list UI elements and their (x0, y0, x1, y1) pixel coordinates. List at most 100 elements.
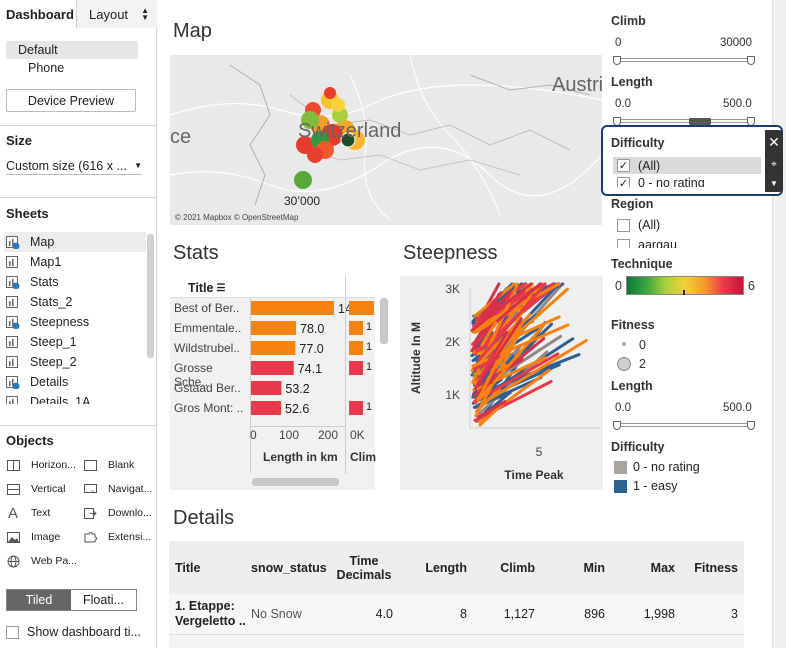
table-row[interactable]: 1. Etappe: Vergeletto .. No Snow 4.0 8 1… (169, 594, 744, 634)
show-title-checkbox-row[interactable]: Show dashboard ti... (6, 625, 141, 639)
size-dropdown[interactable]: Custom size (616 x ... ▼ (6, 157, 142, 175)
tab-dashboard[interactable]: Dashboard (0, 0, 77, 28)
difficulty2-legend-item[interactable]: 0 - no rating (614, 460, 700, 474)
object-vertical[interactable]: Vertical (6, 483, 65, 495)
length-min: 0.0 (615, 98, 631, 110)
tiled-button[interactable]: Tiled (7, 590, 71, 610)
steepness-title: Steepness (403, 242, 498, 264)
column-header-min[interactable]: Min (535, 541, 605, 594)
stats-row-title[interactable]: Gstaad Ber.. (174, 381, 250, 401)
object-label: Horizon... (31, 459, 76, 471)
object-web-page[interactable]: Web Pa... (6, 555, 77, 567)
stats-panel: Title ☰ Best of Ber.. Emmentale.. Wildst… (170, 276, 388, 490)
bar[interactable] (250, 361, 294, 375)
image-icon (6, 531, 20, 543)
fitness-legend-label: Fitness (611, 318, 655, 332)
column-header-max[interactable]: Max (605, 541, 675, 594)
stats-axis-base (250, 426, 345, 427)
object-blank[interactable]: Blank (83, 459, 134, 471)
close-icon[interactable]: ✕ (768, 134, 780, 151)
navigation-icon (83, 483, 97, 495)
steepness-chart[interactable]: 3K 2K 1K 5 Time Peak Altitude In M (400, 276, 603, 490)
tick-label: 0 (250, 428, 257, 442)
sheet-item-map[interactable]: Map (4, 232, 146, 252)
column-header-title[interactable]: Title (169, 541, 251, 594)
stats-row-title[interactable]: Emmentale.. (174, 321, 250, 341)
clipped-value: 1 (366, 361, 373, 373)
chevron-down-icon[interactable]: ▼ (770, 179, 778, 188)
stats-header-title[interactable]: Title ☰ (188, 281, 225, 295)
bar[interactable] (250, 341, 296, 355)
length2-slider-max-thumb[interactable] (747, 421, 755, 430)
stats-hscrollbar[interactable] (252, 478, 339, 486)
stats-row-title[interactable]: Wildstrubel.. (174, 341, 250, 361)
map-label-austria: Austri (552, 74, 602, 96)
table-row[interactable] (169, 634, 744, 648)
difficulty-option-no-rating[interactable]: ✓ 0 - no rating (617, 176, 705, 187)
divider (0, 197, 157, 198)
column-header-snow-status[interactable]: snow_status (251, 541, 329, 594)
floating-button[interactable]: Floati... (71, 590, 136, 610)
worksheet-icon (6, 315, 20, 329)
climb-slider[interactable] (618, 58, 752, 62)
object-text[interactable]: A Text (6, 505, 50, 522)
bar-value-label: 52.6 (285, 402, 309, 416)
sheet-item-steep-1[interactable]: Steep_1 (4, 332, 146, 352)
device-default[interactable]: Default (6, 41, 138, 59)
difficulty2-legend-item[interactable]: 1 - easy (614, 479, 677, 493)
object-image[interactable]: Image (6, 531, 60, 543)
climb-slider-max-thumb[interactable] (747, 56, 755, 65)
bar[interactable] (250, 301, 334, 315)
checkbox-checked-icon[interactable]: ✓ (617, 159, 630, 172)
sheet-item-steepness[interactable]: Steepness (4, 312, 146, 332)
sheet-item-details[interactable]: Details (4, 372, 146, 392)
move-handle-icon[interactable] (689, 118, 711, 125)
map-view[interactable]: Austri Switzerland ce 30’000 © 2021 Mapb… (170, 55, 602, 225)
device-preview-button[interactable]: Device Preview (6, 89, 136, 112)
length2-slider[interactable] (618, 423, 752, 427)
next-col-row (349, 301, 375, 321)
size-title: Size (6, 133, 33, 148)
object-horizontal[interactable]: Horizon... (6, 459, 76, 471)
object-download[interactable]: Downlo... (83, 507, 152, 519)
length-slider[interactable] (618, 119, 752, 123)
column-header-time-decimals[interactable]: Time Decimals (329, 541, 399, 594)
sheet-item-details-1a[interactable]: Details_1A (4, 392, 146, 404)
column-header-climb[interactable]: Climb (467, 541, 535, 594)
difficulty-option-all[interactable]: ✓ (All) (613, 157, 761, 174)
tab-layout[interactable]: Layout ▲ ▼ (77, 0, 157, 28)
checkbox-checked-icon[interactable]: ✓ (617, 176, 630, 187)
panel-tabs: Dashboard Layout ▲ ▼ (0, 0, 157, 28)
clipped-value: 1 (366, 341, 373, 353)
stats-vscrollbar[interactable] (380, 298, 388, 344)
bar[interactable] (250, 381, 282, 395)
object-extension[interactable]: Extensi... (83, 531, 151, 543)
stats-row-title[interactable]: Gros Mont: .. (174, 401, 250, 421)
sheet-item-stats[interactable]: Stats (4, 272, 146, 292)
column-header-fitness[interactable]: Fitness (675, 541, 744, 594)
stats-row-title[interactable]: Best of Ber.. (174, 301, 250, 321)
region-checkbox[interactable] (617, 238, 630, 248)
sheet-item-map1[interactable]: Map1 (4, 252, 146, 272)
stats-row-title[interactable]: Grosse Sche.. (174, 361, 250, 389)
pin-icon[interactable]: ⌖ (771, 159, 777, 170)
show-title-checkbox[interactable] (6, 625, 19, 639)
sheet-label: Steep_1 (30, 335, 77, 349)
column-header-length[interactable]: Length (399, 541, 467, 594)
bar[interactable] (250, 321, 297, 335)
device-phone[interactable]: Phone (16, 59, 148, 77)
sheet-item-steep-2[interactable]: Steep_2 (4, 352, 146, 372)
next-x-label: Clim (350, 450, 377, 464)
region-checkbox[interactable] (617, 218, 630, 232)
region-option-all[interactable]: (All) (617, 218, 660, 232)
legend-label: 0 - no rating (633, 460, 700, 474)
length2-slider-min-thumb[interactable] (613, 421, 621, 430)
right-edge (772, 0, 786, 648)
region-option-aargau[interactable]: aargau (617, 238, 677, 248)
climb-slider-min-thumb[interactable] (613, 56, 621, 65)
object-navigation[interactable]: Navigat... (83, 483, 152, 495)
sheets-scrollbar[interactable] (147, 234, 154, 358)
sheet-item-stats-2[interactable]: Stats_2 (4, 292, 146, 312)
sort-icon: ☰ (216, 282, 226, 294)
bar[interactable] (250, 401, 282, 415)
